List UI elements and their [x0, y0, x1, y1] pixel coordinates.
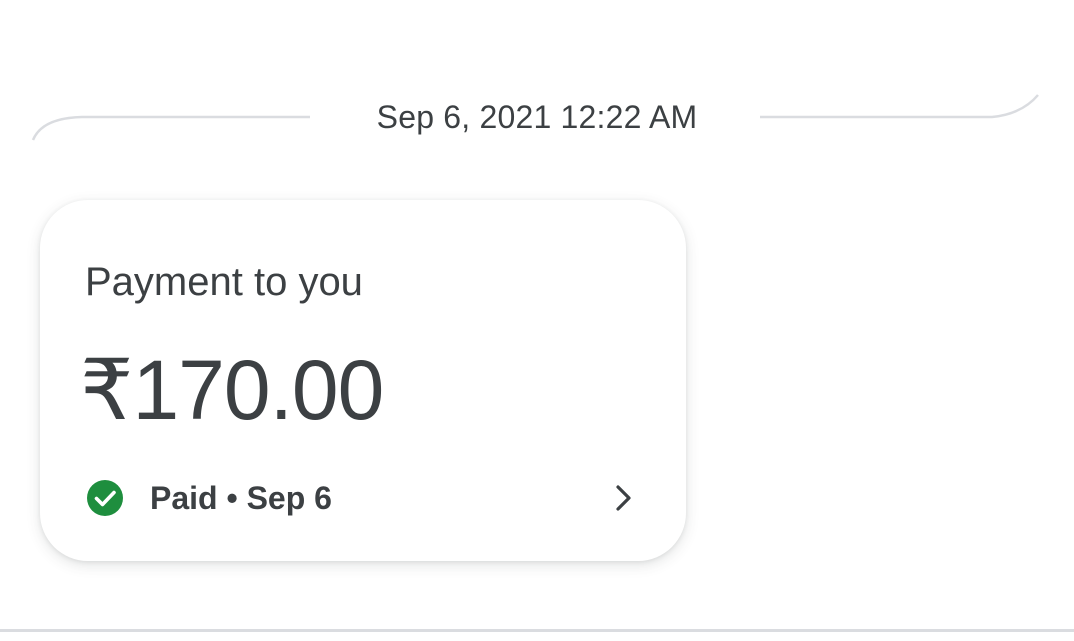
payment-title: Payment to you — [85, 260, 363, 304]
chevron-right-icon[interactable] — [607, 482, 639, 514]
message-timestamp: Sep 6, 2021 12:22 AM — [376, 99, 698, 135]
check-circle-icon — [87, 480, 123, 516]
payment-amount: ₹170.00 — [80, 343, 384, 437]
payment-status-row: Paid • Sep 6 — [85, 476, 645, 520]
payment-thread-screen: Sep 6, 2021 12:22 AM Payment to you ₹170… — [0, 0, 1074, 641]
payment-card[interactable]: Payment to you ₹170.00 Paid • Sep 6 — [40, 200, 686, 561]
bottom-divider — [0, 629, 1074, 632]
payment-status-text: Paid • Sep 6 — [150, 480, 332, 516]
